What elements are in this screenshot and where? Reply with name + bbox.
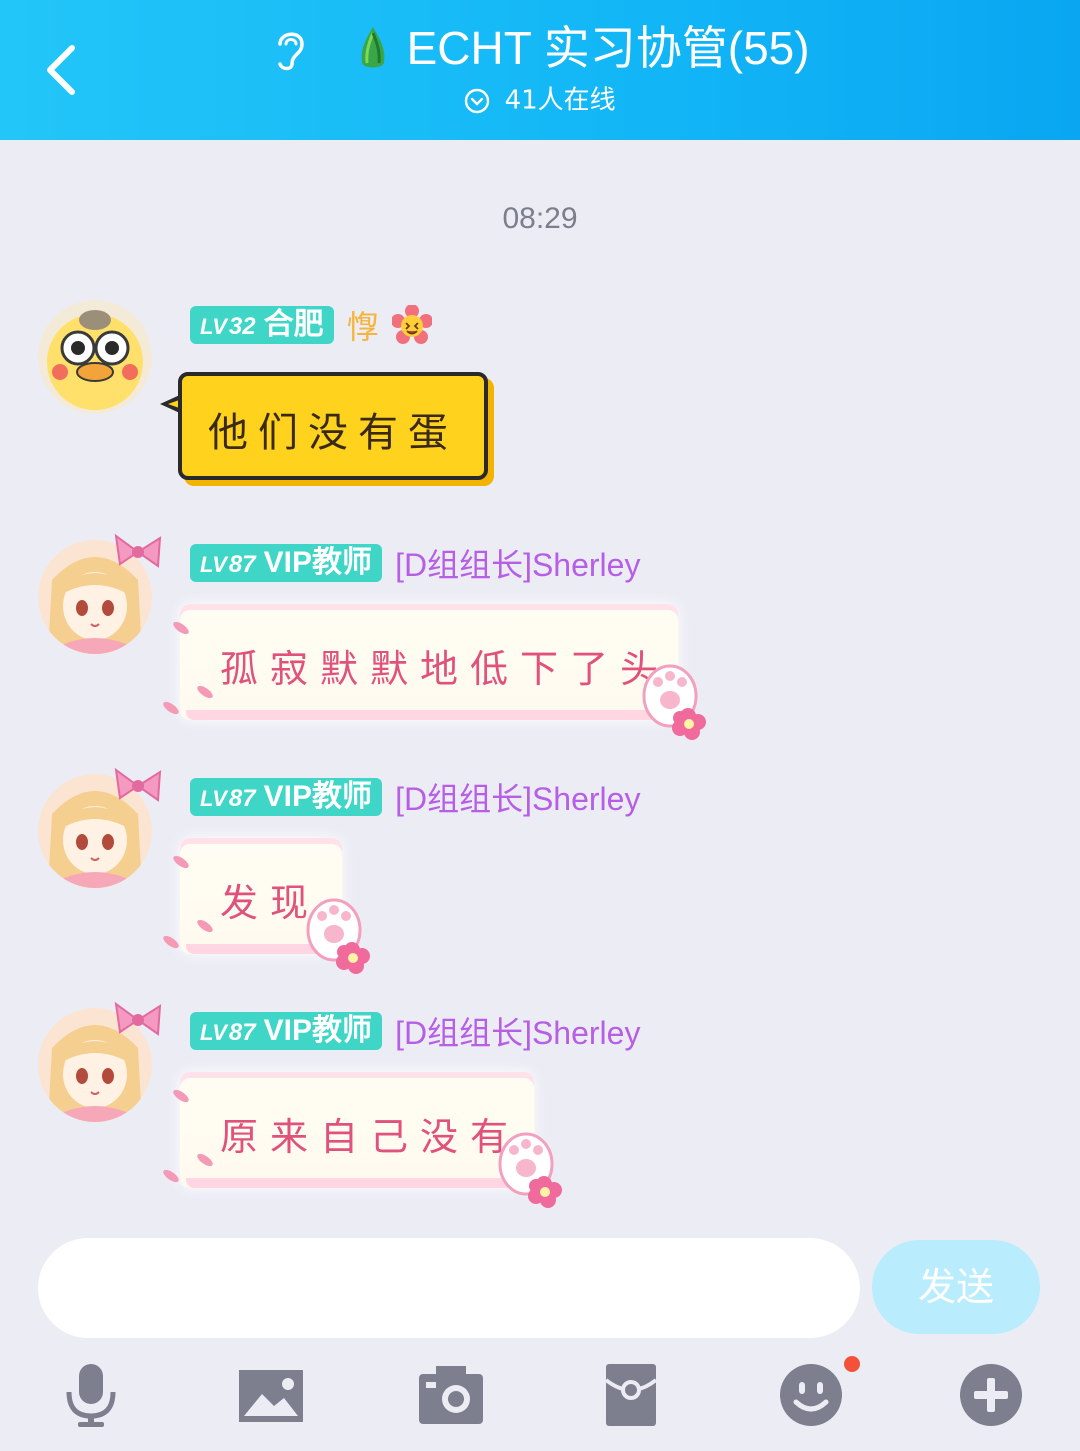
red-packet-icon[interactable] — [596, 1360, 666, 1430]
sender-line: LV87 VIP教师 [D组组长]Sherley — [190, 774, 640, 817]
message-bubble[interactable]: 他们没有蛋 — [178, 372, 488, 480]
send-button[interactable]: 发送 — [872, 1240, 1040, 1334]
image-icon[interactable] — [236, 1360, 306, 1430]
group-title: ECHT 实习协管(55) — [406, 22, 810, 74]
message-text: 孤寂默默地低下了头 — [220, 647, 671, 691]
sender-name[interactable]: [D组组长]Sherley — [395, 540, 640, 586]
bow-icon — [114, 767, 162, 802]
cat-paw-icon — [498, 1132, 562, 1208]
bamboo-shoot-icon — [361, 27, 384, 68]
sender-line: LV87 VIP教师 [D组组长]Sherley — [190, 540, 640, 583]
cat-paw-icon — [306, 898, 370, 974]
sender-line: LV87 VIP教师 [D组组长]Sherley — [190, 1008, 640, 1051]
level-badge: LV32 合肥 — [190, 306, 334, 344]
petal-decoration — [161, 933, 181, 951]
camera-icon[interactable] — [416, 1360, 486, 1430]
message-text: 他们没有蛋 — [208, 410, 458, 456]
chat-header: ECHT 实习协管(55) 41人在线 — [0, 0, 1080, 140]
online-count: 41人在线 — [504, 85, 616, 116]
ear-icon[interactable] — [270, 24, 310, 72]
message-bubble[interactable]: 原来自己没有 — [180, 1072, 534, 1188]
microphone-icon[interactable] — [56, 1360, 126, 1430]
level-badge: LV87 VIP教师 — [190, 778, 382, 816]
message-bubble[interactable]: 孤寂默默地低下了头 — [180, 604, 678, 720]
bow-icon — [114, 533, 162, 568]
chevron-down-circle-icon — [465, 88, 490, 113]
message-timestamp: 08:29 — [502, 202, 578, 235]
avatar[interactable] — [38, 300, 152, 414]
level-badge: LV87 VIP教师 — [190, 1012, 382, 1050]
online-status[interactable]: 41人在线 — [0, 82, 1080, 119]
sender-name[interactable]: 惸 — [347, 302, 379, 348]
sender-line: LV32 合肥 惸 — [190, 302, 432, 345]
cat-paw-icon — [642, 664, 706, 740]
sender-name[interactable]: [D组组长]Sherley — [395, 1008, 640, 1054]
emoji-icon[interactable] — [776, 1360, 846, 1430]
sender-name[interactable]: [D组组长]Sherley — [395, 774, 640, 820]
message-input[interactable] — [38, 1238, 860, 1338]
petal-decoration — [161, 699, 181, 717]
message-text: 原来自己没有 — [220, 1115, 521, 1159]
header-title-row: ECHT 实习协管(55) — [0, 22, 1080, 74]
bow-icon — [114, 1001, 162, 1036]
flower-smiley-icon — [391, 305, 432, 344]
plus-icon[interactable] — [956, 1360, 1026, 1430]
notification-dot — [844, 1356, 860, 1372]
level-badge: LV87 VIP教师 — [190, 544, 382, 582]
petal-decoration — [161, 1167, 181, 1185]
